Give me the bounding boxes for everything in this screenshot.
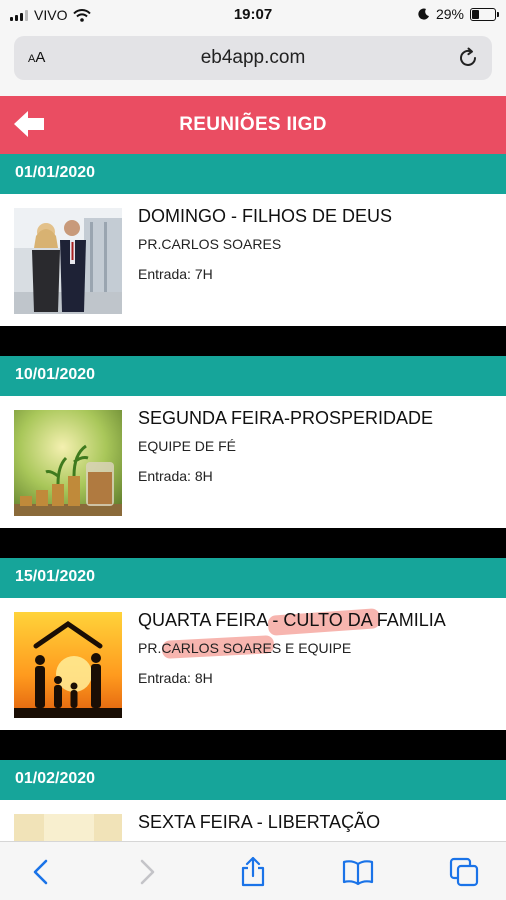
meeting-leader: EQUIPE DE FÉ [138,438,237,454]
meeting-leader: PR.CARLOS SOARES E EQUIPE [138,640,352,656]
battery-icon [470,7,499,21]
chevron-right-icon[interactable] [130,856,162,888]
meeting-entry-time: Entrada: 8H [138,670,213,686]
battery-percent: 29% [435,6,464,22]
meeting-title: DOMINGO - FILHOS DE DEUS [138,206,393,226]
meeting-entry-time: Entrada: 8H [138,468,213,484]
chevron-left-icon[interactable] [26,856,58,888]
meeting-title: SEXTA FEIRA - LIBERTAÇÃO [138,812,381,832]
reload-icon[interactable] [456,46,480,70]
meeting-leader: PR.CARLOS SOARES [138,236,282,252]
app-header: REUNIÕES IIGD [0,96,506,154]
meeting-entry-time: Entrada: 7H [138,266,213,282]
meeting-title: SEGUNDA FEIRA-PROSPERIDADE [138,408,434,428]
status-bar: VIVO 19:07 29% [0,0,506,30]
meeting-thumbnail [14,410,122,516]
meeting-thumbnail [14,208,122,314]
browser-address-area: AA eb4app.com [0,30,506,96]
meeting-card[interactable]: DOMINGO - FILHOS DE DEUS PR.CARLOS SOARE… [0,194,506,326]
url-text[interactable]: eb4app.com [14,47,492,69]
meeting-card[interactable]: SEGUNDA FEIRA-PROSPERIDADE EQUIPE DE FÉ … [0,396,506,528]
book-icon[interactable] [342,856,374,888]
meeting-card[interactable]: QUARTA FEIRA - CULTO DA FAMILIA PR.CARLO… [0,598,506,730]
date-header: 15/01/2020 [0,558,506,598]
tabs-icon[interactable] [448,856,480,888]
page-title: REUNIÕES IIGD [179,114,327,135]
address-bar[interactable]: AA eb4app.com [14,36,492,80]
date-header: 10/01/2020 [0,356,506,396]
meeting-thumbnail [14,612,122,718]
browser-toolbar [0,841,506,900]
meeting-title: QUARTA FEIRA - CULTO DA FAMILIA [138,610,446,630]
date-header: 01/01/2020 [0,154,506,194]
share-icon[interactable] [237,856,269,888]
moon-icon [418,8,429,20]
date-header: 01/02/2020 [0,760,506,800]
